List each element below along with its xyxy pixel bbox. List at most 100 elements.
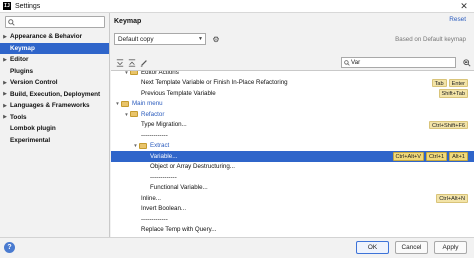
tree-row-label: ------------- xyxy=(150,173,177,181)
sidebar-item-label: Languages & Frameworks xyxy=(10,102,90,109)
tree-row-label: Editor Actions xyxy=(141,70,179,76)
search-icon xyxy=(6,18,16,26)
tree-row-label: Variable... xyxy=(150,152,178,160)
sidebar-item-plugins[interactable]: Plugins xyxy=(0,66,109,77)
sidebar-item-build-execution-deployment[interactable]: ▶ Build, Execution, Deployment xyxy=(0,89,109,100)
tree-row-label: Refactor xyxy=(141,110,165,118)
tree-row-label: Inline... xyxy=(141,194,161,202)
tree-action-row[interactable]: Object or Array Destructuring... xyxy=(111,162,474,173)
shortcut-group: Ctrl+Alt+N xyxy=(436,194,468,203)
expand-all-icon[interactable] xyxy=(114,57,126,69)
shortcut-badge: Shift+Tab xyxy=(438,89,468,98)
window-title: Settings xyxy=(15,2,41,10)
sidebar-item-label: Version Control xyxy=(10,79,58,86)
tree-group[interactable]: ▼ Extract xyxy=(111,141,474,152)
tree-action-row[interactable]: Replace Temp with Query... xyxy=(111,225,474,236)
shortcut-badge: Enter xyxy=(448,78,468,87)
tree-row-label: Previous Template Variable xyxy=(141,89,216,97)
folder-icon xyxy=(121,100,129,107)
tree-action-row[interactable]: Functional Variable... xyxy=(111,183,474,194)
sidebar-item-keymap[interactable]: Keymap xyxy=(0,42,109,54)
sidebar-item-tools[interactable]: ▶ Tools xyxy=(0,112,109,123)
sidebar-item-label: Editor xyxy=(10,56,29,63)
folder-icon xyxy=(130,111,138,118)
tree-action-row[interactable]: ------------- xyxy=(111,172,474,183)
sidebar-item-lombok-plugin[interactable]: Lombok plugin xyxy=(0,123,109,134)
tree-row-label: ------------- xyxy=(141,215,168,223)
tree-row-label: Main menu xyxy=(132,100,163,108)
apply-button[interactable]: Apply xyxy=(434,241,467,254)
tree-action-row[interactable]: Next Template Variable or Finish In-Plac… xyxy=(111,78,474,89)
chevron-right-icon: ▶ xyxy=(3,33,7,40)
keymap-panel: Keymap Reset Default copy ▼ ⚙ Based on D… xyxy=(111,13,474,237)
chevron-down-icon[interactable]: ▼ xyxy=(123,112,130,117)
tree-action-row[interactable]: Inline... Ctrl+Alt+N xyxy=(111,193,474,204)
tree-row-label: Replace Temp with Query... xyxy=(141,226,217,234)
tree-action-row[interactable]: Type Migration... Ctrl+Shift+F6 xyxy=(111,120,474,131)
app-icon: IJ xyxy=(3,2,11,10)
ok-button[interactable]: OK xyxy=(356,241,389,254)
chevron-down-icon[interactable]: ▼ xyxy=(123,71,130,75)
chevron-right-icon: ▶ xyxy=(3,91,7,97)
sidebar-item-label: Lombok plugin xyxy=(10,125,56,132)
sidebar-item-experimental[interactable]: Experimental xyxy=(0,135,109,146)
keymap-filter-input[interactable]: Var xyxy=(341,57,456,68)
chevron-down-icon: ▼ xyxy=(198,36,203,42)
tree-row-label: Invert Boolean... xyxy=(141,205,187,213)
find-by-shortcut-icon[interactable] xyxy=(461,57,472,68)
folder-icon xyxy=(130,71,138,76)
shortcut-group: Shift+Tab xyxy=(438,89,468,98)
tree-row-label: Object or Array Destructuring... xyxy=(150,163,235,171)
chevron-right-icon: ▶ xyxy=(3,56,7,63)
edit-icon[interactable] xyxy=(138,57,150,69)
collapse-all-icon[interactable] xyxy=(126,57,138,69)
chevron-down-icon[interactable]: ▼ xyxy=(114,101,121,106)
tree-row-label: Next Template Variable or Finish In-Plac… xyxy=(141,79,288,87)
shortcut-badge: Ctrl+Alt+N xyxy=(436,194,468,203)
tree-action-row[interactable]: Previous Template Variable Shift+Tab xyxy=(111,88,474,99)
tree-group[interactable]: ▼ Main menu xyxy=(111,99,474,110)
chevron-right-icon: ▶ xyxy=(3,114,7,120)
cancel-button[interactable]: Cancel xyxy=(395,241,428,254)
shortcut-badge: Ctrl+Shift+F6 xyxy=(429,120,468,129)
tree-group[interactable]: ▼ Refactor xyxy=(111,109,474,120)
folder-icon xyxy=(139,142,147,149)
gear-icon[interactable]: ⚙ xyxy=(211,33,221,45)
sidebar-item-version-control[interactable]: ▶ Version Control xyxy=(0,77,109,88)
shortcut-group: Tab Enter xyxy=(431,78,468,87)
close-window-button[interactable]: ✕ xyxy=(458,1,470,12)
shortcut-group: Ctrl+Shift+F6 xyxy=(429,120,468,129)
tree-row-label: Extract xyxy=(150,142,170,150)
sidebar-item-label: Experimental xyxy=(10,136,51,144)
title-bar: IJ Settings ✕ xyxy=(0,0,474,13)
keymap-selected-value: Default copy xyxy=(118,35,154,43)
help-button[interactable]: ? xyxy=(4,242,15,253)
settings-search-input[interactable] xyxy=(5,16,105,28)
shortcut-badge: Ctrl+Alt+V xyxy=(392,152,425,161)
sidebar-item-label: Plugins xyxy=(10,67,34,75)
shortcut-group: Ctrl+Alt+V Ctrl+1 Alt+1 xyxy=(392,152,468,161)
shortcut-badge: Tab xyxy=(431,78,447,87)
sidebar-item-label: Build, Execution, Deployment xyxy=(10,90,101,98)
keymap-dropdown[interactable]: Default copy ▼ xyxy=(114,33,206,45)
filter-value: Var xyxy=(351,59,361,66)
sidebar-item-label: Tools xyxy=(10,113,27,121)
sidebar-item-appearance-behavior[interactable]: ▶ Appearance & Behavior xyxy=(0,31,109,42)
sidebar-item-languages-frameworks[interactable]: ▶ Languages & Frameworks xyxy=(0,100,109,111)
chevron-right-icon: ▶ xyxy=(3,102,7,109)
chevron-right-icon: ▶ xyxy=(3,79,7,86)
tree-action-row[interactable]: ------------- xyxy=(111,130,474,141)
tree-action-row[interactable]: Variable... Ctrl+Alt+V Ctrl+1 Alt+1 xyxy=(111,151,474,162)
tree-action-row[interactable]: ------------- xyxy=(111,214,474,225)
reset-link[interactable]: Reset xyxy=(449,16,466,23)
sidebar-item-editor[interactable]: ▶ Editor xyxy=(0,54,109,65)
shortcut-badge: Ctrl+1 xyxy=(426,152,448,161)
tree-action-row[interactable]: Invert Boolean... xyxy=(111,204,474,215)
tree-row-label: ------------- xyxy=(141,131,168,139)
page-title: Keymap xyxy=(114,17,142,25)
chevron-down-icon[interactable]: ▼ xyxy=(132,143,139,148)
keymap-action-tree[interactable]: ▼ Editor Actions Next Template Variable or… xyxy=(111,70,474,237)
shortcut-badge: Alt+1 xyxy=(449,152,468,161)
tree-group[interactable]: ▼ Editor Actions xyxy=(111,70,474,78)
tree-row-label: Type Migration... xyxy=(141,121,187,129)
